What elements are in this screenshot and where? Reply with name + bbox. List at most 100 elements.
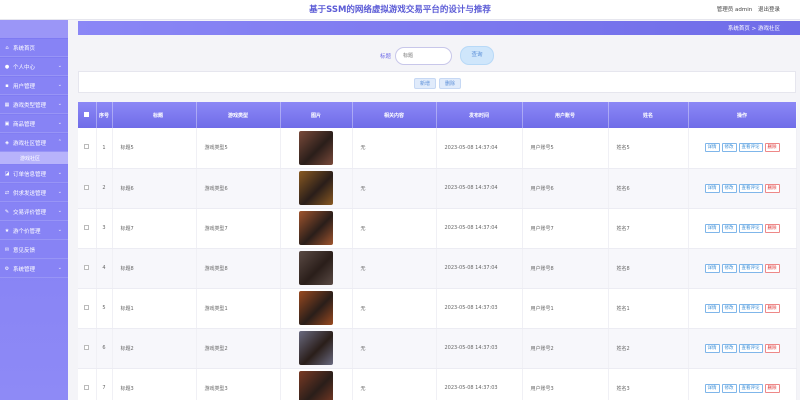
sidebar-item[interactable]: ★ 游个价管理 ⌄ [0, 222, 68, 240]
row-checkbox[interactable] [78, 288, 97, 329]
cell-title: 标题3 [112, 368, 197, 400]
cell-content: 无 [352, 368, 437, 400]
view-comments-button[interactable]: 查看评论 [738, 223, 763, 233]
view-comments-button[interactable]: 查看评论 [738, 183, 763, 193]
delete-row-button[interactable]: 删除 [764, 303, 780, 313]
cell-type: 游戏类型5 [196, 128, 281, 169]
sidebar-item[interactable]: ⚙ 系统管理 ⌄ [0, 260, 68, 278]
cell-index: 5 [96, 288, 113, 329]
sidebar-item-label: 商品管理 [13, 121, 36, 128]
sidebar-item-label: 交易评价管理 [13, 209, 47, 216]
cell-image [280, 368, 353, 400]
row-checkbox[interactable] [78, 128, 97, 169]
sidebar-item[interactable]: ⌂ 系统首页 [0, 39, 68, 57]
row-checkbox[interactable] [78, 248, 97, 289]
table-row: 5 标题1 游戏类型1 无 2023-05-08 14:37:03 用户账号1 姓名1 详情修… [78, 288, 797, 329]
sidebar-item[interactable]: ✎ 交易评价管理 ⌄ [0, 203, 68, 221]
breadcrumb: 系统首页 > 游戏社区 [728, 24, 780, 32]
table-row: 4 标题8 游戏类型8 无 2023-05-08 14:37:04 用户账号8 姓名8 详情修… [78, 248, 797, 289]
row-checkbox[interactable] [78, 168, 97, 209]
cell-account: 用户账号3 [522, 368, 609, 400]
edit-button[interactable]: 修改 [721, 263, 737, 273]
sidebar-item[interactable]: ▦ 游戏类型管理 ⌄ [0, 96, 68, 114]
chevron-down-icon: ⌄ [57, 227, 62, 233]
column-header: 操作 [688, 102, 797, 128]
sidebar-item[interactable]: ▪ 用户管理 ⌄ [0, 77, 68, 95]
search-area: 标题 查询 [78, 42, 800, 68]
cell-image [280, 128, 353, 169]
table-row: 3 标题7 游戏类型7 无 2023-05-08 14:37:04 用户账号7 姓名7 详情修… [78, 208, 797, 249]
view-comments-button[interactable]: 查看评论 [738, 263, 763, 273]
delete-row-button[interactable]: 删除 [764, 183, 780, 193]
sidebar-item[interactable]: ✉ 意见反馈 [0, 241, 68, 259]
search-label: 标题 [380, 54, 392, 60]
edit-button[interactable]: 修改 [721, 303, 737, 313]
delete-row-button[interactable]: 删除 [764, 343, 780, 353]
detail-button[interactable]: 详情 [704, 143, 720, 153]
cell-image [280, 208, 353, 249]
edit-button[interactable]: 修改 [721, 343, 737, 353]
cell-title: 标题7 [112, 208, 197, 249]
sidebar-item[interactable]: ◈ 游戏社区管理 ⌃ [0, 134, 68, 152]
cell-title: 标题8 [112, 248, 197, 289]
delete-row-button[interactable]: 删除 [764, 263, 780, 273]
cell-type: 游戏类型3 [196, 368, 281, 400]
cell-actions: 详情 修改 查看评论 删除 [688, 328, 797, 369]
cell-type: 游戏类型6 [196, 168, 281, 209]
game-image [299, 211, 333, 245]
cell-time: 2023-05-08 14:37:04 [436, 248, 523, 289]
row-checkbox[interactable] [78, 208, 97, 249]
detail-button[interactable]: 详情 [704, 343, 720, 353]
cell-content: 无 [352, 328, 437, 369]
cell-time: 2023-05-08 14:37:04 [436, 128, 523, 169]
detail-button[interactable]: 详情 [704, 223, 720, 233]
logout-link[interactable]: 退出登录 [758, 7, 780, 13]
breadcrumb-bar: 系统首页 > 游戏社区 [78, 21, 800, 35]
row-checkbox[interactable] [78, 328, 97, 369]
order-icon: ◪ [4, 170, 10, 177]
view-comments-button[interactable]: 查看评论 [738, 383, 763, 393]
sidebar-subitem-community[interactable]: 游戏社区 [0, 152, 68, 164]
chevron-down-icon: ⌄ [57, 189, 62, 195]
edit-button[interactable]: 修改 [721, 143, 737, 153]
select-all-checkbox[interactable] [78, 102, 97, 128]
cell-name: 姓名8 [608, 248, 689, 289]
view-comments-button[interactable]: 查看评论 [738, 303, 763, 313]
cell-actions: 详情 修改 查看评论 删除 [688, 168, 797, 209]
view-comments-button[interactable]: 查看评论 [738, 143, 763, 153]
column-header: 图片 [280, 102, 353, 128]
table-header-row: 序号 标题 游戏类型 图片 相关内容 发布时间 用户账号 姓名 操作 [78, 102, 797, 128]
cell-name: 姓名5 [608, 128, 689, 169]
edit-button[interactable]: 修改 [721, 383, 737, 393]
sidebar-item[interactable]: ⇄ 供求发送管理 ⌄ [0, 184, 68, 202]
delete-row-button[interactable]: 删除 [764, 143, 780, 153]
action-bar: 新增 删除 [78, 71, 796, 93]
sidebar-item[interactable]: ▣ 商品管理 ⌄ [0, 115, 68, 133]
delete-button[interactable]: 删除 [439, 78, 462, 89]
view-comments-button[interactable]: 查看评论 [738, 343, 763, 353]
search-button[interactable]: 查询 [460, 46, 494, 65]
edit-button[interactable]: 修改 [721, 183, 737, 193]
add-button[interactable]: 新增 [414, 78, 437, 89]
chevron-down-icon: ⌄ [57, 101, 62, 107]
breadcrumb-separator: > [751, 26, 757, 32]
cell-time: 2023-05-08 14:37:03 [436, 368, 523, 400]
breadcrumb-home[interactable]: 系统首页 [728, 26, 750, 32]
sidebar-item-label: 游戏类型管理 [13, 102, 47, 109]
delete-row-button[interactable]: 删除 [764, 383, 780, 393]
detail-button[interactable]: 详情 [704, 263, 720, 273]
row-checkbox[interactable] [78, 368, 97, 400]
sidebar-item[interactable]: ● 个人中心 ⌄ [0, 58, 68, 76]
edit-button[interactable]: 修改 [721, 223, 737, 233]
cell-name: 姓名3 [608, 368, 689, 400]
sidebar-item[interactable]: ◪ 订单信息管理 ⌄ [0, 165, 68, 183]
search-input[interactable] [395, 47, 452, 65]
cell-account: 用户账号2 [522, 328, 609, 369]
detail-button[interactable]: 详情 [704, 303, 720, 313]
detail-button[interactable]: 详情 [704, 383, 720, 393]
delete-row-button[interactable]: 删除 [764, 223, 780, 233]
detail-button[interactable]: 详情 [704, 183, 720, 193]
cell-index: 6 [96, 328, 113, 369]
list-icon: ▦ [4, 101, 10, 108]
home-icon: ⌂ [5, 44, 9, 51]
